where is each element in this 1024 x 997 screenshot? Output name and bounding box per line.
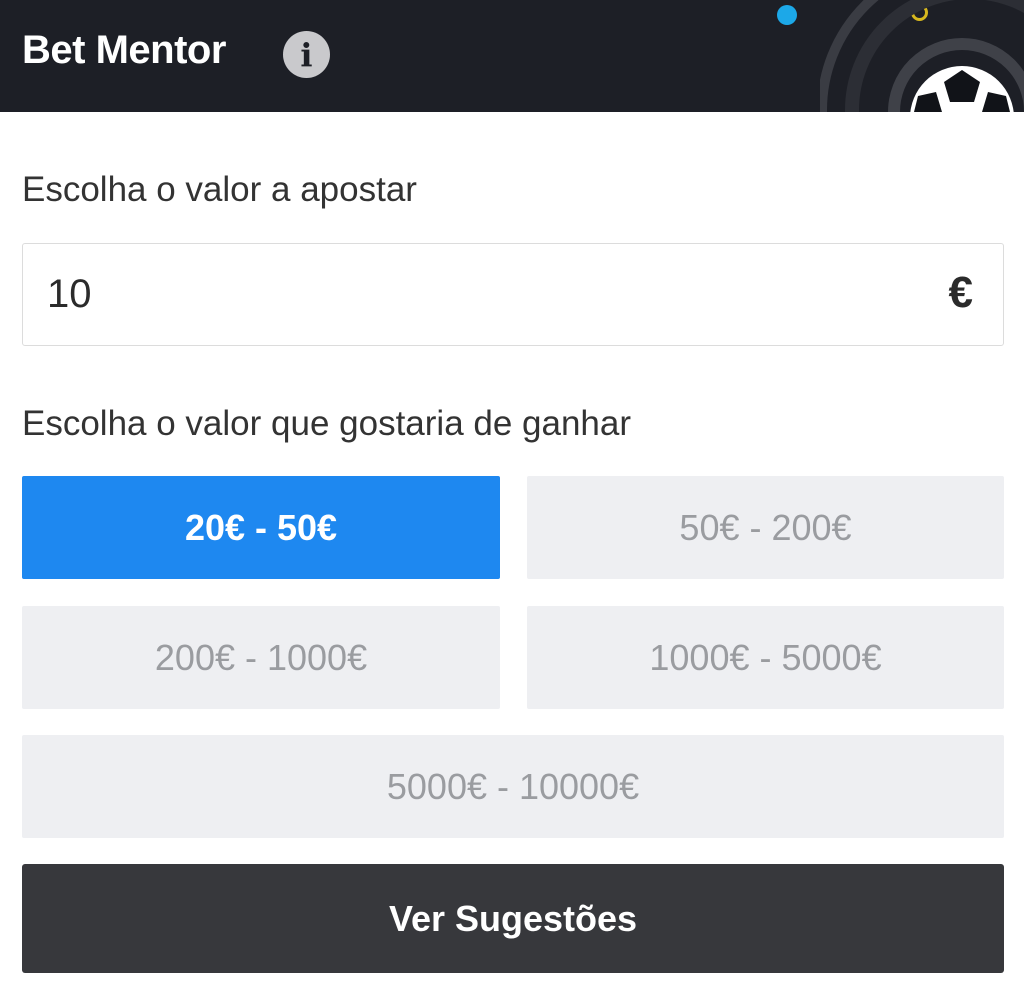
info-icon[interactable]: i [283, 31, 330, 78]
app-title: Bet Mentor [22, 28, 226, 72]
win-range-option-20-50[interactable]: 20€ - 50€ [22, 476, 500, 579]
win-range-option-1000-5000[interactable]: 1000€ - 5000€ [527, 606, 1004, 709]
stake-field[interactable]: € [22, 243, 1004, 346]
stake-input[interactable] [47, 264, 897, 324]
currency-symbol: € [948, 268, 973, 317]
win-range-option-50-200[interactable]: 50€ - 200€ [527, 476, 1004, 579]
header-bar: Bet Mentor i [0, 0, 1024, 112]
soccer-ball-icon [820, 0, 1024, 112]
view-suggestions-button[interactable]: Ver Sugestões [22, 864, 1004, 973]
win-range-option-5000-10000[interactable]: 5000€ - 10000€ [22, 735, 1004, 838]
decorative-dot-icon [777, 5, 797, 25]
win-range-option-200-1000[interactable]: 200€ - 1000€ [22, 606, 500, 709]
stake-label: Escolha o valor a apostar [22, 170, 417, 209]
win-range-label: Escolha o valor que gostaria de ganhar [22, 404, 632, 443]
